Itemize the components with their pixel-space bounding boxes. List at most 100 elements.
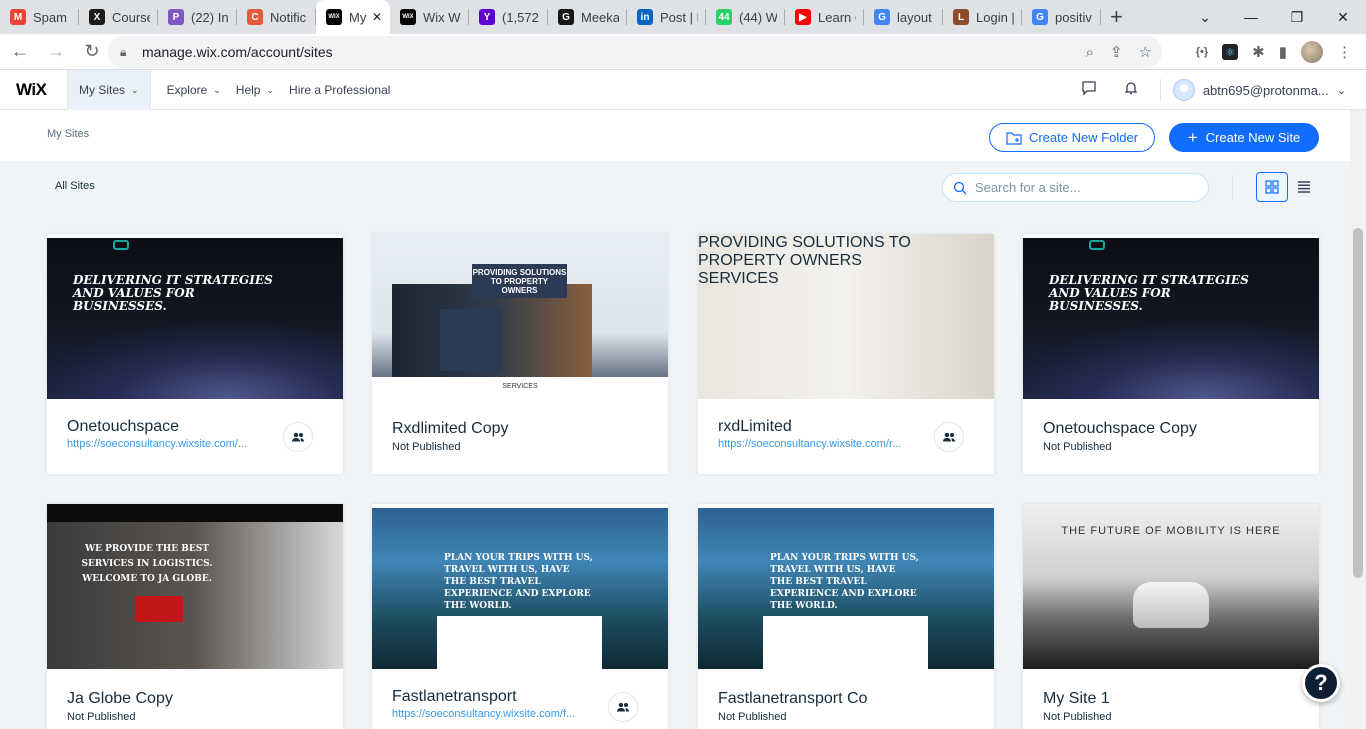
restore-button[interactable]: ❐ xyxy=(1274,9,1320,26)
site-card[interactable]: PROVIDING SOLUTIONS TO PROPERTY OWNERS SE… xyxy=(372,234,668,474)
tab-search-icon[interactable]: ⌄ xyxy=(1182,9,1228,26)
site-status: Not Published xyxy=(392,441,461,453)
wix-header: WiX My Sites ⌄ Explore ⌄ Help ⌄ Hire a P… xyxy=(0,70,1366,110)
site-name[interactable]: Fastlanetransport xyxy=(392,688,517,706)
browser-tab[interactable]: Y (1,572 xyxy=(469,0,548,34)
reload-button[interactable]: ↻ xyxy=(76,36,108,68)
chevron-down-icon: ⌄ xyxy=(131,84,139,95)
collaborators-button[interactable] xyxy=(608,692,638,722)
site-thumbnail[interactable]: THE FUTURE OF MOBILITY IS HERE xyxy=(1023,504,1319,669)
extensions-puzzle-icon[interactable]: ✱ xyxy=(1252,43,1265,61)
address-bar[interactable]: 🔒︎ manage.wix.com/account/sites ⌕ ⇪ ☆ xyxy=(108,36,1162,68)
scrollbar-thumb[interactable] xyxy=(1353,228,1363,578)
close-window-button[interactable]: ✕ xyxy=(1320,9,1366,26)
browser-tab[interactable]: C Notific xyxy=(237,0,316,34)
tab-title: Course xyxy=(112,9,150,25)
site-url-link[interactable]: https://soeconsultancy.wixsite.com/r... xyxy=(718,438,918,450)
site-card[interactable]: DELIVERING IT STRATEGIES AND VALUES FOR … xyxy=(1023,234,1319,474)
site-thumbnail[interactable]: PLAN YOUR TRIPS WITH US, TRAVEL WITH US,… xyxy=(698,504,994,669)
site-logo-icon xyxy=(1089,240,1105,250)
minimize-button[interactable]: — xyxy=(1228,9,1274,25)
search-input[interactable] xyxy=(975,180,1195,195)
browser-tab[interactable]: in Post | F xyxy=(627,0,706,34)
collaborators-button[interactable] xyxy=(283,422,313,452)
site-url-link[interactable]: https://soeconsultancy.wixsite.com/... xyxy=(67,438,267,450)
site-name[interactable]: Ja Globe Copy xyxy=(67,690,173,708)
site-name[interactable]: Onetouchspace xyxy=(67,418,179,436)
site-card[interactable]: WE PROVIDE THE BEST SERVICES IN LOGISTIC… xyxy=(47,504,343,729)
site-name[interactable]: rxdLimited xyxy=(718,418,792,436)
nav-hire-professional[interactable]: Hire a Professional xyxy=(285,70,401,110)
close-tab-icon[interactable]: ✕ xyxy=(372,10,382,24)
nav-my-sites[interactable]: My Sites ⌄ xyxy=(67,70,151,110)
side-panel-icon[interactable]: ▮ xyxy=(1279,43,1287,61)
browser-tab[interactable]: P (22) Int xyxy=(158,0,237,34)
site-name[interactable]: Onetouchspace Copy xyxy=(1043,420,1197,438)
site-url-link[interactable]: https://soeconsultancy.wixsite.com/f... xyxy=(392,708,592,720)
site-card[interactable]: DELIVERING IT STRATEGIES AND VALUES FOR … xyxy=(47,234,343,474)
back-button[interactable]: ← xyxy=(4,36,36,68)
tab-title: Notific xyxy=(270,9,307,25)
site-name[interactable]: Rxdlimited Copy xyxy=(392,420,508,438)
list-view-button[interactable] xyxy=(1289,172,1319,202)
site-nav-bar xyxy=(47,504,343,522)
site-thumbnail[interactable]: PROVIDING SOLUTIONS TO PROPERTY OWNERS SE… xyxy=(372,234,668,399)
site-thumbnail[interactable]: PLAN YOUR TRIPS WITH US, TRAVEL WITH US,… xyxy=(372,504,668,669)
chevron-down-icon: ⌄ xyxy=(213,84,221,95)
site-thumbnail[interactable]: PROVIDING SOLUTIONS TO PROPERTY OWNERS SE… xyxy=(698,234,994,399)
chevron-down-icon: ⌄ xyxy=(266,84,275,95)
browser-tab[interactable]: 44 (44) W xyxy=(706,0,785,34)
browser-tab[interactable]: G Meekal xyxy=(548,0,627,34)
nav-explore[interactable]: Explore ⌄ xyxy=(151,70,232,110)
site-name[interactable]: Fastlanetransport Co xyxy=(718,690,867,708)
site-thumbnail[interactable]: WE PROVIDE THE BEST SERVICES IN LOGISTIC… xyxy=(47,504,343,669)
bookmark-star-icon[interactable]: ☆ xyxy=(1139,43,1152,61)
site-thumbnail[interactable]: DELIVERING IT STRATEGIES AND VALUES FOR … xyxy=(47,234,343,399)
site-thumbnail[interactable]: DELIVERING IT STRATEGIES AND VALUES FOR … xyxy=(1023,234,1319,399)
chevron-down-icon[interactable]: ⌄ xyxy=(1337,84,1346,97)
extension-braces-icon[interactable]: {•} xyxy=(1196,46,1208,58)
share-icon[interactable]: ⇪ xyxy=(1110,43,1123,61)
browser-tab[interactable]: Gpositiv xyxy=(1022,0,1101,34)
new-tab-button[interactable]: + xyxy=(1110,6,1123,28)
site-name[interactable]: My Site 1 xyxy=(1043,690,1110,708)
site-card[interactable]: PLAN YOUR TRIPS WITH US, TRAVEL WITH US,… xyxy=(698,504,994,729)
zoom-icon[interactable]: ⌕ xyxy=(1086,44,1094,61)
create-new-site-button[interactable]: + Create New Site xyxy=(1169,123,1319,152)
site-search-box[interactable] xyxy=(942,173,1209,202)
wix-logo[interactable]: WiX xyxy=(16,80,47,100)
browser-tab[interactable]: WIX My ✕ xyxy=(316,0,390,34)
browser-tab[interactable]: WIX Wix We xyxy=(390,0,469,34)
page-scrollbar[interactable] xyxy=(1350,110,1366,729)
forward-button[interactable]: → xyxy=(40,36,72,68)
extension-react-icon[interactable]: ⚛ xyxy=(1222,44,1239,60)
collaborators-button[interactable] xyxy=(934,422,964,452)
tab-favicon-icon: 44 xyxy=(716,9,732,25)
site-card[interactable]: PROVIDING SOLUTIONS TO PROPERTY OWNERS SE… xyxy=(698,234,994,474)
site-status: Not Published xyxy=(718,711,787,723)
tab-favicon-icon: P xyxy=(168,9,184,25)
thumbnail-headline: PLAN YOUR TRIPS WITH US, TRAVEL WITH US,… xyxy=(770,553,919,611)
site-card[interactable]: THE FUTURE OF MOBILITY IS HERE My Site 1 N… xyxy=(1023,504,1319,729)
browser-tab[interactable]: ▶ Learn C xyxy=(785,0,864,34)
create-new-folder-button[interactable]: Create New Folder xyxy=(989,123,1155,152)
browser-tab[interactable]: L Login | xyxy=(943,0,1022,34)
help-button[interactable]: ? xyxy=(1302,664,1340,702)
tab-title: positiv xyxy=(1055,9,1092,25)
notifications-bell-icon[interactable] xyxy=(1110,80,1152,100)
site-card[interactable]: PLAN YOUR TRIPS WITH US, TRAVEL WITH US,… xyxy=(372,504,668,729)
profile-avatar[interactable] xyxy=(1301,41,1323,63)
account-email[interactable]: abtn695@protonma... xyxy=(1203,83,1329,98)
messages-icon[interactable] xyxy=(1068,80,1110,100)
browser-tab[interactable]: M Spam - xyxy=(0,0,79,34)
browser-tab[interactable]: X Course xyxy=(79,0,158,34)
people-icon xyxy=(943,432,955,442)
url-text[interactable]: manage.wix.com/account/sites xyxy=(142,44,333,60)
grid-view-button[interactable] xyxy=(1256,172,1288,202)
thumbnail-headline: PLAN YOUR TRIPS WITH US, TRAVEL WITH US,… xyxy=(444,553,593,611)
chrome-menu-icon[interactable]: ⋮ xyxy=(1337,43,1352,61)
browser-tab[interactable]: Glayout xyxy=(864,0,943,34)
user-avatar[interactable] xyxy=(1172,79,1195,101)
breadcrumb[interactable]: My Sites xyxy=(47,128,89,140)
nav-help[interactable]: Help ⌄ xyxy=(232,70,285,110)
